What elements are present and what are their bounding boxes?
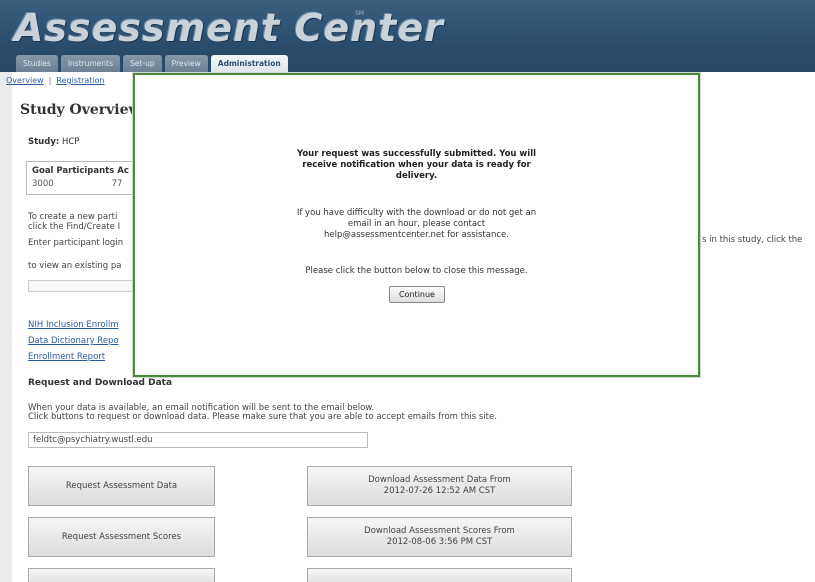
download-data-label-1: Download Assessment Data From — [368, 475, 511, 485]
partial-button-right[interactable] — [307, 568, 572, 582]
download-scores-label-1: Download Assessment Scores From — [364, 526, 515, 536]
email-field[interactable]: feldtc@psychiatry.wustl.edu — [28, 432, 368, 448]
help-message-line-3: help@assessmentcenter.net for assistance… — [324, 230, 509, 240]
help-message: If you have difficulty with the download… — [135, 208, 698, 241]
subnav-separator: | — [48, 76, 52, 85]
request-assessment-scores-button[interactable]: Request Assessment Scores — [28, 517, 215, 557]
study-value: HCP — [61, 137, 80, 147]
subnav: Overview | Registration — [6, 76, 105, 85]
tab-preview[interactable]: Preview — [164, 55, 208, 72]
download-scores-label-2: 2012-08-06 3:56 PM CST — [386, 537, 493, 547]
trademark: SM — [355, 10, 364, 17]
study-name: Study: HCP — [28, 137, 79, 147]
request-scores-label: Request Assessment Scores — [61, 531, 182, 542]
goal-value: 3000 — [32, 179, 54, 189]
view-existing-text: to view an existing pa — [28, 261, 122, 271]
partial-button-left[interactable] — [28, 568, 215, 582]
subnav-registration[interactable]: Registration — [56, 76, 104, 85]
page-title: Study Overview — [20, 102, 141, 118]
tab-instruments[interactable]: Instruments — [60, 55, 121, 72]
tab-studies[interactable]: Studies — [16, 55, 58, 72]
continue-button[interactable]: Continue — [389, 286, 445, 303]
request-info-line-2: Click buttons to request or download dat… — [28, 412, 497, 422]
side-instruction-text: s in this study, click the — [702, 235, 803, 245]
success-message: Your request was successfully submitted.… — [135, 149, 698, 182]
participant-lookup-field[interactable] — [28, 280, 148, 292]
create-participant-text-1: To create a new parti — [28, 212, 118, 222]
app-logo: Assessment Center — [14, 6, 444, 50]
close-instruction: Please click the button below to close t… — [305, 266, 528, 276]
request-data-label: Request Assessment Data — [65, 480, 178, 491]
success-message-line-1: Your request was successfully submitted.… — [296, 149, 537, 159]
app-header: Assessment Center SM Studies Instruments… — [0, 0, 815, 72]
study-label: Study: — [28, 137, 60, 147]
success-message-line-2: receive notification when your data is r… — [302, 160, 531, 170]
download-assessment-data-button[interactable]: Download Assessment Data From 2012-07-26… — [307, 466, 572, 506]
download-data-label-2: 2012-07-26 12:52 AM CST — [383, 486, 496, 496]
actual-value: 77 — [111, 179, 123, 189]
success-message-line-3: delivery. — [395, 171, 438, 181]
request-download-title: Request and Download Data — [28, 378, 173, 388]
help-message-line-2: email in an hour, please contact — [347, 219, 486, 229]
enrollment-report-link[interactable]: Enrollment Report — [28, 352, 105, 362]
help-message-line-1: If you have difficulty with the download… — [296, 208, 537, 218]
data-dictionary-link[interactable]: Data Dictionary Repo — [28, 336, 119, 346]
main-tabs: Studies Instruments Set-up Preview Admin… — [16, 55, 288, 72]
nih-inclusion-link[interactable]: NIH Inclusion Enrollm — [28, 320, 119, 330]
enter-login-text: Enter participant login — [28, 238, 124, 248]
tab-administration[interactable]: Administration — [210, 55, 288, 72]
confirmation-dialog: Your request was successfully submitted.… — [133, 73, 700, 377]
subnav-overview[interactable]: Overview — [6, 76, 44, 85]
create-participant-text-2: click the Find/Create I — [28, 222, 121, 232]
tab-setup[interactable]: Set-up — [123, 55, 162, 72]
download-assessment-scores-button[interactable]: Download Assessment Scores From 2012-08-… — [307, 517, 572, 557]
request-assessment-data-button[interactable]: Request Assessment Data — [28, 466, 215, 506]
